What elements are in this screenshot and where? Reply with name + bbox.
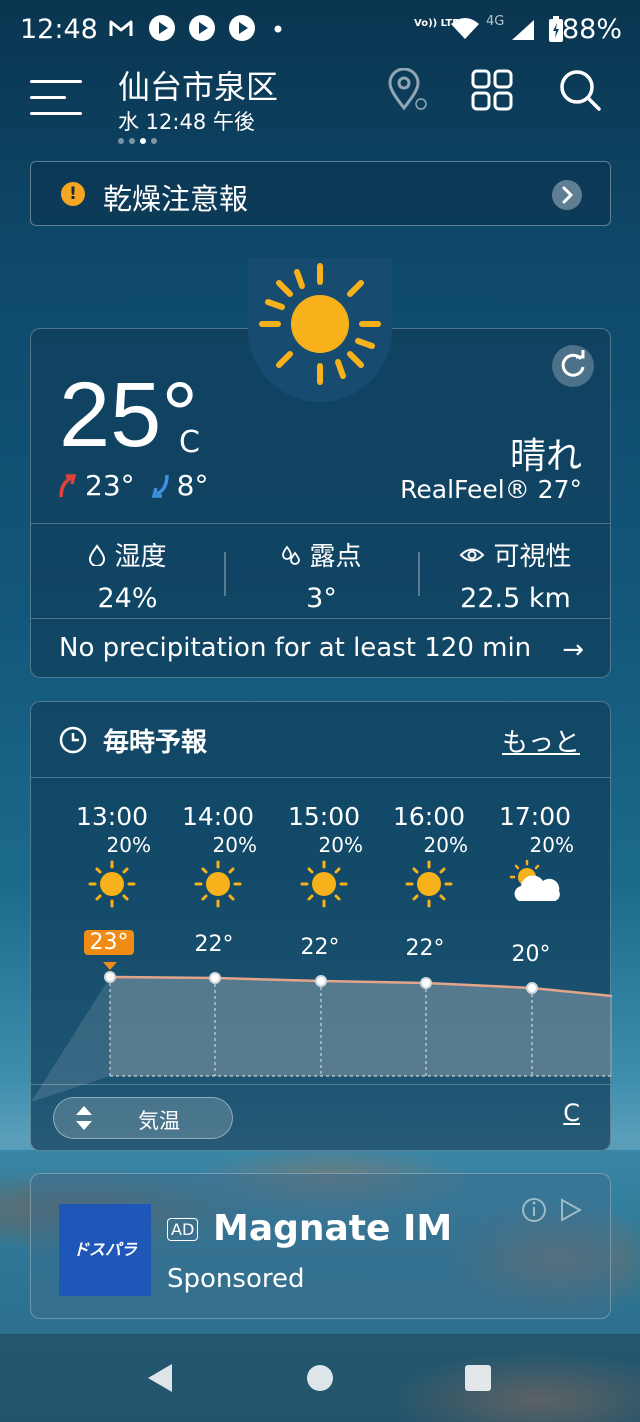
unit-link[interactable]: C (563, 1099, 580, 1127)
arrow-down-icon (151, 474, 169, 498)
high-low-temps: 23° 8° (57, 469, 208, 502)
arrow-right-icon[interactable]: → (562, 635, 584, 665)
eye-icon (460, 548, 485, 561)
dew-point-icon (282, 544, 301, 565)
hour-column[interactable]: 17:00 20% (482, 802, 588, 913)
hourly-header: 毎時予報 もっと (31, 702, 610, 778)
hour-column[interactable]: 16:00 20% (376, 802, 482, 913)
low-temp: 8° (176, 469, 209, 502)
stat-dew-point: 露点 3° (225, 536, 418, 614)
play-notification-icon (189, 15, 215, 41)
page-indicator (118, 138, 157, 144)
hour-column[interactable]: 14:00 20% (165, 802, 271, 913)
metric-toggle[interactable]: 気温 (53, 1097, 233, 1139)
sun-icon (88, 860, 136, 908)
location-title[interactable]: 仙台市泉区 (118, 62, 278, 108)
warning-icon: ! (61, 182, 85, 206)
ad-sponsored: Sponsored (167, 1264, 305, 1294)
recents-icon[interactable] (464, 1362, 492, 1394)
battery-percent: 88% (561, 14, 622, 45)
hourly-footer: 気温 C (31, 1084, 610, 1150)
hour-column[interactable]: 15:00 20% (271, 802, 377, 913)
stat-humidity: 湿度 24% (31, 536, 224, 614)
ad-logo[interactable]: ドスパラ (59, 1204, 151, 1296)
hourly-title: 毎時予報 (103, 728, 208, 758)
hourly-forecast-card: 毎時予報 もっと 13:00 20% 14:00 20% 15:00 20% 1… (30, 701, 612, 1151)
weather-alert-banner[interactable]: ! 乾燥注意報 (30, 161, 611, 226)
arrow-up-icon (59, 473, 77, 497)
adchoices-icon[interactable] (520, 1196, 590, 1226)
location-pin-icon[interactable] (384, 68, 428, 112)
sun-icon (194, 860, 242, 908)
temperature-unit: C (179, 425, 200, 460)
ad-title[interactable]: Magnate IM (213, 1208, 452, 1249)
home-icon[interactable] (306, 1362, 334, 1394)
signal-icon (512, 20, 534, 40)
refresh-icon (561, 350, 585, 377)
wifi-icon (451, 18, 479, 39)
alert-text: 乾燥注意報 (103, 182, 249, 216)
status-time: 12:48 (20, 14, 98, 45)
stat-visibility: 可視性 22.5 km (419, 536, 612, 614)
sun-icon (405, 860, 453, 908)
hour-column[interactable]: 13:00 20% (59, 802, 165, 913)
location-datetime: 水 12:48 午後 (118, 110, 255, 134)
current-temperature: 25° (59, 364, 199, 466)
play-notification-icon (149, 15, 175, 41)
menu-icon[interactable] (30, 78, 82, 118)
gmail-icon (109, 20, 133, 36)
system-nav-bar (0, 1334, 640, 1422)
stat-value: 24% (97, 583, 158, 614)
current-stats: 湿度 24% 露点 3° 可視性 22.5 km (31, 523, 610, 619)
high-temp: 23° (85, 469, 135, 502)
search-icon[interactable] (558, 68, 602, 112)
sort-icon (76, 1106, 92, 1130)
grid-view-icon[interactable] (470, 68, 514, 112)
back-icon[interactable] (146, 1362, 174, 1394)
realfeel-text: RealFeel® 27° (400, 475, 582, 504)
precipitation-text[interactable]: No precipitation for at least 120 min (59, 633, 531, 663)
partly-cloudy-icon (509, 859, 560, 901)
sun-icon (259, 263, 381, 385)
condition-text: 晴れ (509, 436, 582, 477)
play-notification-icon (229, 15, 255, 41)
sun-icon (300, 860, 348, 908)
status-bar: 12:48 Vo)) LTE 4G 88% (0, 0, 640, 62)
metric-label: 気温 (138, 1109, 180, 1133)
ad-card[interactable]: ドスパラ AD Magnate IM Sponsored (30, 1173, 611, 1319)
chevron-right-icon (552, 180, 582, 210)
more-notifications-dot-icon (274, 25, 282, 33)
app-header: 仙台市泉区 水 12:48 午後 (0, 62, 640, 152)
stat-value: 3° (306, 583, 337, 614)
ad-badge: AD (167, 1218, 199, 1241)
temperature-graph (31, 962, 612, 1102)
refresh-button[interactable] (552, 345, 594, 387)
network-type-label: 4G (486, 14, 505, 29)
more-link[interactable]: もっと (502, 722, 580, 759)
stat-value: 22.5 km (460, 583, 571, 614)
clock-icon (59, 726, 87, 754)
humidity-icon (89, 543, 106, 566)
